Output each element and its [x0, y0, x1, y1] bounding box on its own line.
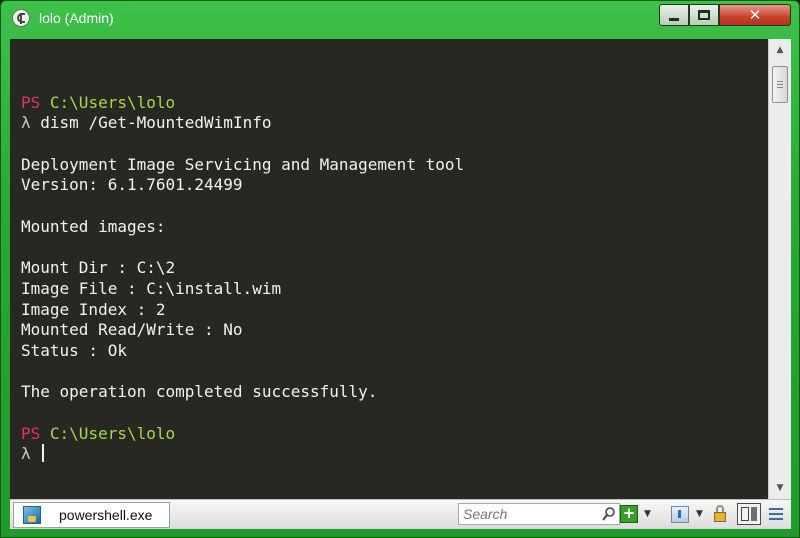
minimize-icon — [669, 18, 679, 21]
console-line: Image File : C:\install.wim — [21, 279, 464, 300]
title-bar[interactable]: lolo (Admin) ✕ — [1, 1, 799, 39]
console-line: Image Index : 2 — [21, 300, 464, 321]
menu-line — [769, 518, 783, 520]
output-text: Image Index : 2 — [21, 299, 166, 319]
status-bar: powershell.exe + ▼ ▼ — [10, 499, 791, 529]
output-text: Status : Ok — [21, 340, 127, 360]
window-title: lolo (Admin) — [39, 10, 114, 26]
console-line: λ dism /Get-MountedWimInfo — [21, 113, 464, 134]
minimize-button[interactable] — [659, 4, 689, 26]
menu-icon[interactable] — [768, 506, 784, 522]
search-box[interactable] — [458, 503, 620, 525]
grip-line — [777, 84, 783, 85]
output-text: Image File : C:\install.wim — [21, 278, 282, 298]
scroll-down-icon[interactable]: ▼ — [769, 479, 791, 497]
console-line: Status : Ok — [21, 341, 464, 362]
output-text: Mount Dir : C:\2 — [21, 258, 176, 278]
console-line: PS C:\Users\lolo — [21, 424, 464, 445]
menu-line — [769, 508, 783, 510]
console-line: Deployment Image Servicing and Managemen… — [21, 155, 464, 176]
grip-line — [777, 87, 783, 88]
console-lines: PS C:\Users\lolo λ dism /Get-MountedWimIn… — [21, 72, 464, 465]
prompt-ps: PS — [21, 423, 41, 443]
console-tab[interactable]: powershell.exe — [13, 502, 170, 528]
conemu-icon[interactable] — [12, 9, 30, 27]
prompt-ps: PS — [21, 92, 41, 112]
prompt-path: C:\Users\lolo — [49, 92, 176, 112]
output-text: Mounted images: — [21, 216, 166, 236]
dropdown-icon[interactable]: ▼ — [696, 504, 703, 525]
scroll-up-icon[interactable]: ▲ — [769, 41, 791, 59]
output-text: Deployment Image Servicing and Managemen… — [21, 154, 465, 174]
vertical-scrollbar[interactable]: ▲ ▼ — [768, 39, 791, 499]
output-text: Version: 6.1.7601.24499 — [21, 175, 243, 195]
close-icon: ✕ — [748, 6, 762, 24]
console-line: λ — [21, 444, 464, 465]
menu-line — [769, 513, 783, 515]
console-line: Mounted images: — [21, 217, 464, 238]
maximize-button[interactable] — [689, 4, 719, 26]
output-text: The operation completed successfully. — [21, 382, 378, 402]
console-line: Version: 6.1.7601.24499 — [21, 175, 464, 196]
grip-line — [777, 81, 783, 82]
powershell-icon — [23, 506, 41, 524]
maximize-icon — [698, 10, 710, 20]
dropdown-icon[interactable]: ▼ — [644, 504, 651, 525]
lock-icon[interactable] — [712, 504, 728, 524]
console-line: Mount Dir : C:\2 — [21, 258, 464, 279]
command-text: dism /Get-MountedWimInfo — [40, 113, 272, 133]
console-line: Mounted Read/Write : No — [21, 320, 464, 341]
search-input[interactable] — [463, 505, 593, 523]
close-button[interactable]: ✕ — [719, 4, 791, 26]
prompt-lambda: λ — [21, 113, 31, 133]
tabs-icon[interactable] — [671, 506, 689, 523]
lock-body — [714, 512, 726, 522]
console-output[interactable]: PS C:\Users\lolo λ dism /Get-MountedWimIn… — [10, 39, 768, 499]
scrollbar-thumb[interactable] — [772, 66, 788, 103]
text-cursor — [42, 444, 45, 463]
conemu-window: lolo (Admin) ✕ PS C:\Users\lolo λ dism /G… — [0, 0, 800, 538]
split-panel-icon[interactable] — [737, 503, 761, 525]
output-text: Mounted Read/Write : No — [21, 320, 243, 340]
prompt-path: C:\Users\lolo — [49, 423, 176, 443]
console-line: The operation completed successfully. — [21, 382, 464, 403]
console-line: PS C:\Users\lolo — [21, 93, 464, 114]
search-icon[interactable] — [601, 506, 617, 522]
tab-label: powershell.exe — [59, 507, 153, 523]
prompt-lambda: λ — [21, 444, 31, 464]
new-console-icon[interactable]: + — [620, 505, 638, 523]
